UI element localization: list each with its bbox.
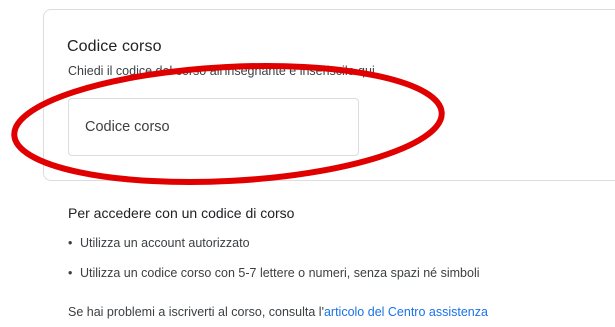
- help-item-text: Utilizza un codice corso con 5-7 lettere…: [80, 266, 480, 280]
- help-footer-text: Se hai problemi a iscriverti al corso, c…: [68, 305, 324, 319]
- bullet: •: [68, 266, 73, 280]
- class-code-input[interactable]: [68, 98, 359, 156]
- help-list-item: • Utilizza un account autorizzato: [68, 236, 250, 250]
- help-list-item: • Utilizza un codice corso con 5-7 letter…: [68, 266, 480, 280]
- help-center-article-link[interactable]: articolo del Centro assistenza: [324, 305, 488, 319]
- help-footer: Se hai problemi a iscriverti al corso, c…: [68, 305, 488, 319]
- help-title: Per accedere con un codice di corso: [68, 205, 295, 221]
- card-title: Codice corso: [67, 38, 162, 55]
- card-description: Chiedi il codice del corso all'insegnant…: [68, 64, 379, 78]
- bullet: •: [68, 236, 73, 250]
- help-item-text: Utilizza un account autorizzato: [80, 236, 250, 250]
